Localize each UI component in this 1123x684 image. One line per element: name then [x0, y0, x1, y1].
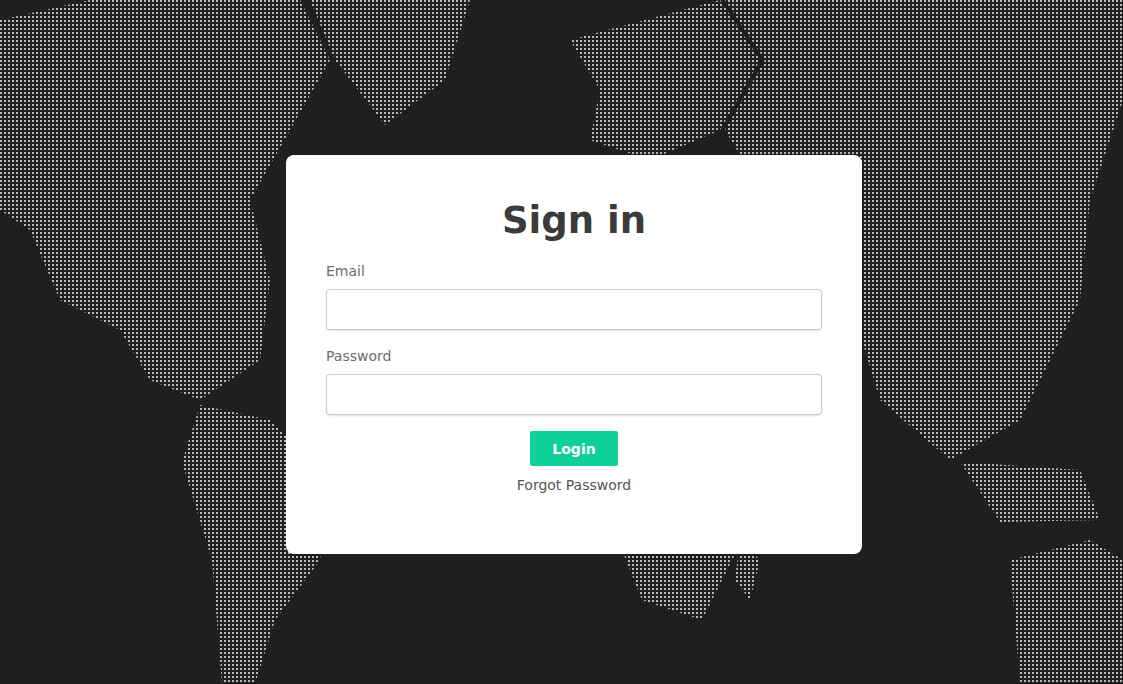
login-button[interactable]: Login [530, 431, 618, 466]
continent-icon [310, 0, 470, 125]
form-actions: Login Forgot Password [326, 431, 822, 495]
field-label: Password [326, 346, 822, 366]
forgot-password-link[interactable]: Forgot Password [517, 475, 631, 495]
field-label: Email [326, 261, 822, 281]
text-input[interactable] [326, 374, 822, 415]
continent-icon [0, 0, 330, 400]
continent-icon [1010, 540, 1123, 684]
login-page: Sign in Email Password Login Forgot Password [0, 0, 1123, 684]
continent-icon [960, 462, 1100, 522]
form-field: Password [326, 346, 822, 415]
text-input[interactable] [326, 289, 822, 330]
sign-in-title: Sign in [326, 197, 822, 245]
form-field: Email [326, 261, 822, 330]
sign-in-card: Sign in Email Password Login Forgot Password [286, 155, 862, 554]
